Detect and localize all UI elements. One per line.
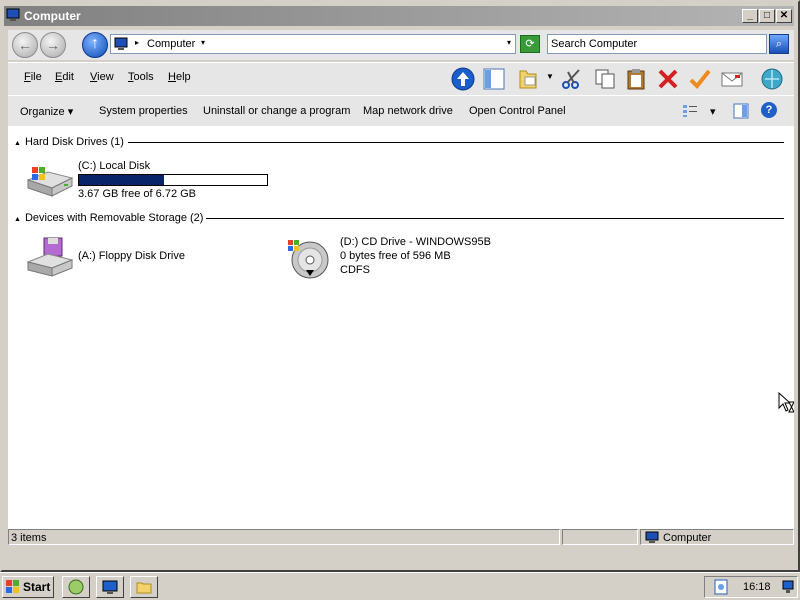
group-divider <box>206 218 784 219</box>
uninstall-program-button[interactable]: Uninstall or change a program <box>203 105 350 117</box>
drive-a[interactable]: (A:) Floppy Disk Drive <box>22 234 262 280</box>
monitor-icon <box>102 580 118 594</box>
address-bar[interactable]: ▸ Computer ▾ ▾ <box>110 34 516 54</box>
maximize-button[interactable]: □ <box>759 9 775 23</box>
menu-help-label: Help <box>168 71 191 83</box>
window-title: Computer <box>24 9 81 23</box>
menu-file-label: File <box>24 71 42 83</box>
cut-icon[interactable] <box>560 67 584 91</box>
quick-launch-3[interactable] <box>130 576 158 598</box>
email-icon[interactable] <box>720 67 744 91</box>
views-dropdown[interactable]: ▾ <box>710 105 716 118</box>
copy-icon[interactable] <box>593 67 617 91</box>
restore-icon <box>68 579 84 595</box>
map-network-drive-button[interactable]: Map network drive <box>363 105 453 117</box>
drive-d-filesystem: CDFS <box>340 264 370 276</box>
tray-network-icon[interactable] <box>781 579 795 595</box>
organize-button[interactable]: Organize ▾ <box>20 105 73 118</box>
windows-logo-icon <box>6 580 19 593</box>
start-button[interactable]: Start <box>2 576 54 598</box>
refresh-button[interactable]: ⟳ <box>520 35 540 53</box>
busy-cursor-icon <box>778 392 794 413</box>
group-header-label: Devices with Removable Storage (2) <box>24 212 204 224</box>
folder-icon <box>136 582 152 594</box>
forward-button[interactable]: → <box>40 32 66 58</box>
computer-icon <box>6 8 20 21</box>
address-row: ← → ↑ ▸ Computer ▾ ▾ ⟳ ⌕ <box>8 30 794 60</box>
item-count: 3 items <box>11 532 47 544</box>
up-icon[interactable] <box>451 67 475 91</box>
status-pane-location: Computer <box>640 529 794 545</box>
folders-pane-icon[interactable] <box>482 67 506 91</box>
globe-icon[interactable] <box>760 67 784 91</box>
paste-icon[interactable] <box>624 67 648 91</box>
up-button[interactable]: ↑ <box>82 32 108 58</box>
menu-toolbar-row: File Edit View Tools Help ▼ <box>8 62 794 95</box>
capacity-bar <box>78 174 268 186</box>
menu-file[interactable]: File <box>24 71 42 83</box>
open-control-panel-button[interactable]: Open Control Panel <box>469 105 566 117</box>
back-button[interactable]: ← <box>12 32 38 58</box>
computer-icon <box>114 37 128 50</box>
menu-view-label: View <box>90 71 114 83</box>
system-properties-button[interactable]: System properties <box>99 105 188 117</box>
hard-disk-icon <box>26 167 74 197</box>
organize-label: Organize <box>20 106 65 118</box>
clock[interactable]: 16:18 <box>743 581 771 593</box>
group-header-removable[interactable]: ▲ Devices with Removable Storage (2) <box>14 212 203 224</box>
status-bar: 3 items Computer <box>8 528 794 547</box>
capacity-fill <box>79 175 165 185</box>
status-pane-items: 3 items <box>8 529 560 545</box>
group-header-label: Hard Disk Drives (1) <box>24 136 124 148</box>
drive-c-name: (C:) Local Disk <box>78 160 151 172</box>
drive-d-free-space: 0 bytes free of 596 MB <box>340 250 451 262</box>
drive-c[interactable]: (C:) Local Disk 3.67 GB free of 6.72 GB <box>22 158 322 202</box>
cd-drive-icon <box>288 240 329 279</box>
collapse-triangle-icon[interactable]: ▲ <box>14 216 21 223</box>
delete-icon[interactable] <box>656 67 680 91</box>
menu-edit[interactable]: Edit <box>55 71 74 83</box>
group-header-hard-disk[interactable]: ▲ Hard Disk Drives (1) <box>14 136 124 148</box>
drive-a-name: (A:) Floppy Disk Drive <box>78 250 185 262</box>
file-view: ▲ Hard Disk Drives (1) (C:) Local Disk 3.… <box>8 126 794 528</box>
taskbar: Start 16:18 <box>0 572 800 600</box>
search-button[interactable]: ⌕ <box>769 34 789 54</box>
tray-app-icon[interactable] <box>713 579 729 595</box>
views-icon[interactable] <box>682 104 698 118</box>
menu-edit-label: Edit <box>55 71 74 83</box>
minimize-button[interactable]: _ <box>742 9 758 23</box>
quick-launch-1[interactable] <box>62 576 90 598</box>
floppy-drive-icon <box>26 237 74 277</box>
menu-view[interactable]: View <box>90 71 114 83</box>
chevron-down-icon[interactable]: ▾ <box>201 38 205 47</box>
command-bar: Organize ▾ System properties Uninstall o… <box>8 95 794 127</box>
group-divider <box>128 142 784 143</box>
breadcrumb-separator[interactable]: ▸ <box>135 38 139 47</box>
collapse-triangle-icon[interactable]: ▲ <box>14 140 21 147</box>
menu-tools-label: Tools <box>128 71 154 83</box>
address-history-dropdown[interactable]: ▾ <box>507 38 511 47</box>
menu-tools[interactable]: Tools <box>128 71 154 83</box>
computer-icon <box>645 531 659 543</box>
status-location: Computer <box>663 532 712 544</box>
start-label: Start <box>23 580 51 594</box>
drive-d-name: (D:) CD Drive - WINDOWS95B <box>340 236 491 248</box>
folder-options-icon[interactable] <box>516 67 540 91</box>
help-button[interactable]: ? <box>761 102 777 118</box>
preview-pane-icon[interactable] <box>733 103 749 119</box>
search-input[interactable] <box>551 36 761 52</box>
system-tray: 16:18 <box>704 576 798 598</box>
close-button[interactable]: ✕ <box>776 9 792 23</box>
search-box[interactable] <box>547 34 767 54</box>
chevron-down-icon[interactable]: ▼ <box>546 72 554 81</box>
breadcrumb-computer[interactable]: Computer <box>147 38 195 50</box>
menu-help[interactable]: Help <box>168 71 191 83</box>
drive-c-free-space: 3.67 GB free of 6.72 GB <box>78 188 197 200</box>
chevron-down-icon: ▾ <box>67 106 74 118</box>
quick-launch-2[interactable] <box>96 576 124 598</box>
status-pane-empty <box>562 529 638 545</box>
title-bar[interactable]: Computer _ □ ✕ <box>4 6 794 26</box>
properties-check-icon[interactable] <box>688 67 712 91</box>
drive-d[interactable]: (D:) CD Drive - WINDOWS95B 0 bytes free … <box>284 234 564 280</box>
